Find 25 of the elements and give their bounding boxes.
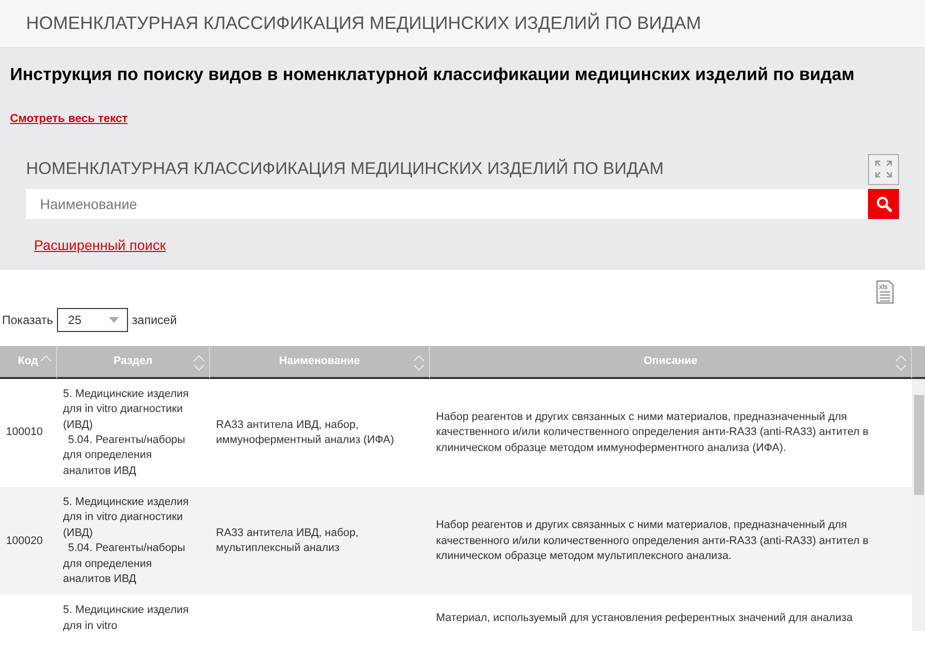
code-cell: 100020 <box>0 487 57 596</box>
expand-icon <box>875 159 892 179</box>
scrollbar[interactable] <box>912 378 925 631</box>
search-icon <box>876 196 892 212</box>
fullscreen-button[interactable] <box>868 154 899 184</box>
show-label: Показать <box>2 312 54 329</box>
caret-icon <box>109 316 120 323</box>
description-cell: Набор реагентов и других связанных с ними материалов, предназначенный для качественного и/или количественного определения анти-RA33 (anti-RA33) антител в клиническом образце методом мультиплексного анализа. <box>430 487 912 596</box>
section-cell-text: 5. Медицинские изделия для in vitro диагностики (ИВД) 5.04. Реагенты/наборы для определения аналитов ИВД <box>62 386 190 479</box>
instructions-title: Инструкция по поиску видов в номенклатурной классификации медицинских изделий по видам <box>10 63 856 86</box>
search-section-title: НОМЕНКЛАТУРНАЯ КЛАССИФИКАЦИЯ МЕДИЦИНСКИХ ИЗДЕЛИЙ ПО ВИДАМ <box>26 158 664 180</box>
search-button[interactable] <box>868 188 899 218</box>
section-cell: 5. Медицинские изделия для in vitro диагностики (ИВД) 5.04. Реагенты/наборы для определения аналитов ИВД <box>57 487 210 596</box>
search-field[interactable]: Наименование <box>26 188 868 218</box>
description-cell-text: Материал, используемый для установления референтных значений для анализа <box>435 611 854 626</box>
page-title: НОМЕНКЛАТУРНАЯ КЛАССИФИКАЦИЯ МЕДИЦИНСКИХ ИЗДЕЛИЙ ПО ВИДАМ <box>26 12 702 35</box>
advanced-search-link[interactable]: Расширенный поиск <box>34 234 166 256</box>
name-cell-text: RA33 антитела ИВД, набор, иммуноферментный анализ (ИФА) <box>215 418 396 448</box>
page-size-select[interactable]: 25 <box>57 308 128 332</box>
code-cell-text: 100010 <box>5 425 44 440</box>
section-cell-text: 5. Медицинские изделия для in vitro <box>62 603 190 631</box>
entries-label: записей <box>132 312 177 329</box>
view-full-text-link[interactable]: Смотреть весь текст <box>10 110 128 128</box>
name-cell: RA33 антитела ИВД, набор, мультиплексный анализ <box>210 487 430 596</box>
description-cell-text: Набор реагентов и других связанных с ними материалов, предназначенный для качественного и/или количественного определения анти-RA33 (anti-RA33) антител в клиническом образце методом иммуноферментного анализа (ИФА). <box>435 410 870 456</box>
